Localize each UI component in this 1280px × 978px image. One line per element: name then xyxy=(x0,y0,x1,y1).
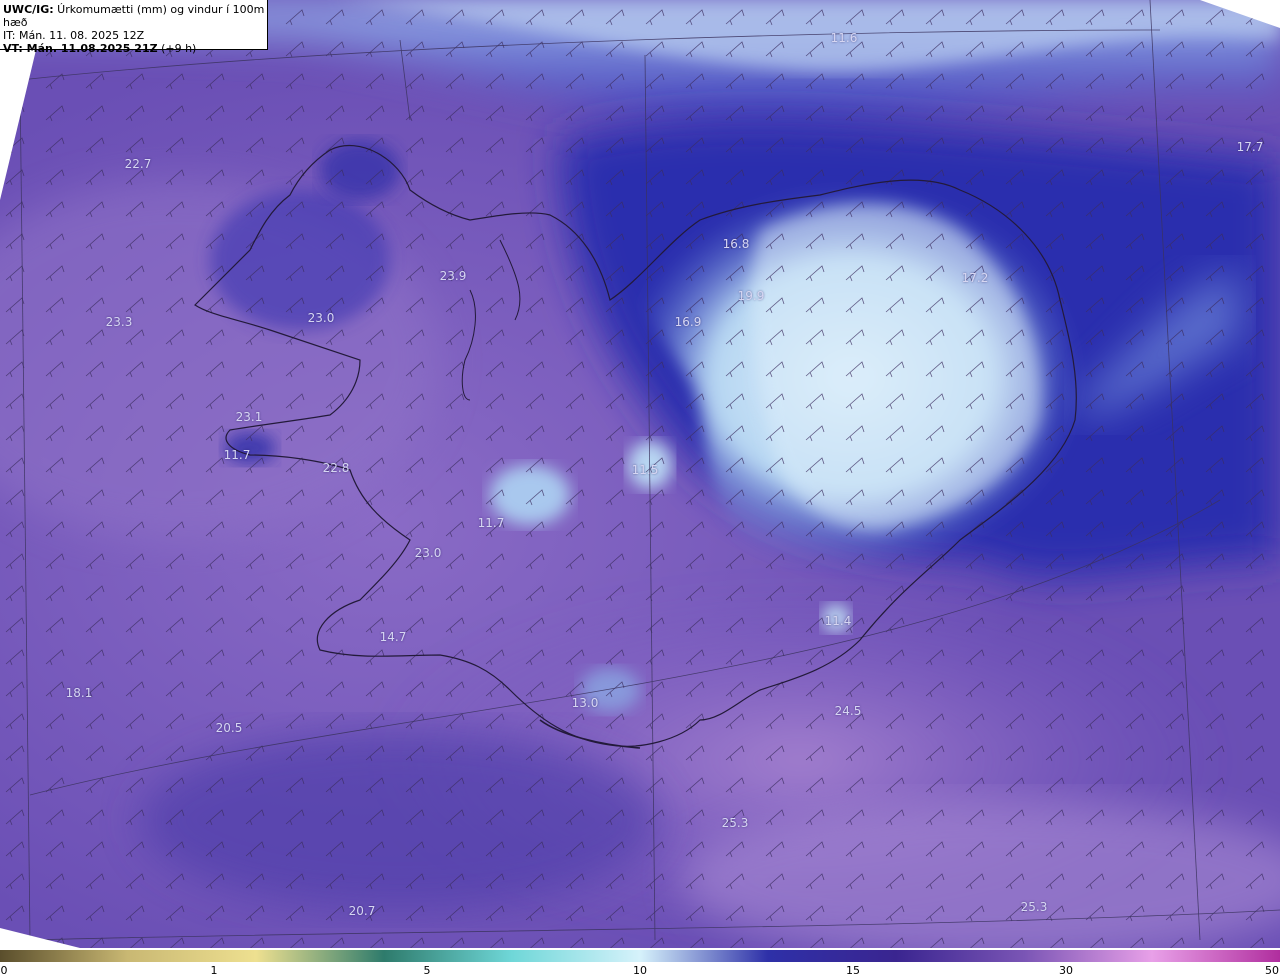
map-value-label: 24.5 xyxy=(834,704,862,718)
map-value-label: 22.7 xyxy=(124,157,152,171)
color-scale-tick: 30 xyxy=(1059,964,1073,977)
map-value-label: 17.2 xyxy=(961,271,989,285)
map-value-label: 23.1 xyxy=(235,410,263,424)
map-value-label: 22.8 xyxy=(322,461,350,475)
map-value-label: 16.9 xyxy=(674,315,702,329)
map-value-label: 23.3 xyxy=(105,315,133,329)
color-scale-tick: 50 xyxy=(1265,964,1279,977)
map-value-label: 19.9 xyxy=(737,289,765,303)
map-value-label: 16.8 xyxy=(722,237,750,251)
map-value-label: 11.7 xyxy=(223,448,251,462)
map-value-label: 25.3 xyxy=(1020,900,1048,914)
color-scale-tick: 10 xyxy=(633,964,647,977)
map-value-label: 11.6 xyxy=(830,31,858,45)
color-scale-bar: 0 1 5 10 15 30 50 xyxy=(0,948,1280,978)
map-value-label: 23.0 xyxy=(414,546,442,560)
color-scale-tick: 0 xyxy=(0,964,8,977)
map-value-label: 11.5 xyxy=(631,463,659,477)
valid-time-offset: (+9 h) xyxy=(157,42,197,55)
valid-time-prefix: VT: xyxy=(3,42,23,55)
init-time: Mán. 11. 08. 2025 12Z xyxy=(15,29,145,42)
info-box: UWC/IG: Úrkomumætti (mm) og vindur í 100… xyxy=(0,0,268,55)
map-value-label: 14.7 xyxy=(379,630,407,644)
color-scale-tick: 1 xyxy=(210,964,218,977)
valid-time: Mán. 11.08.2025 21Z xyxy=(22,42,158,55)
map-value-label: 18.1 xyxy=(65,686,93,700)
init-time-prefix: IT: xyxy=(3,29,16,42)
map-value-label: 11.4 xyxy=(824,614,852,628)
color-scale-tick: 5 xyxy=(423,964,431,977)
map-value-label: 20.7 xyxy=(348,904,376,918)
map-value-label: 11.7 xyxy=(477,516,505,530)
map-value-label: 23.9 xyxy=(439,269,467,283)
model-name: UWC/IG: xyxy=(3,3,54,16)
map-value-label: 13.0 xyxy=(571,696,599,710)
map-value-label: 20.5 xyxy=(215,721,243,735)
map-value-label: 25.3 xyxy=(721,816,749,830)
map-value-label: 23.0 xyxy=(307,311,335,325)
map-value-label: 17.7 xyxy=(1236,140,1264,154)
color-scale-tick: 15 xyxy=(846,964,860,977)
color-scale-gradient xyxy=(0,950,1280,962)
